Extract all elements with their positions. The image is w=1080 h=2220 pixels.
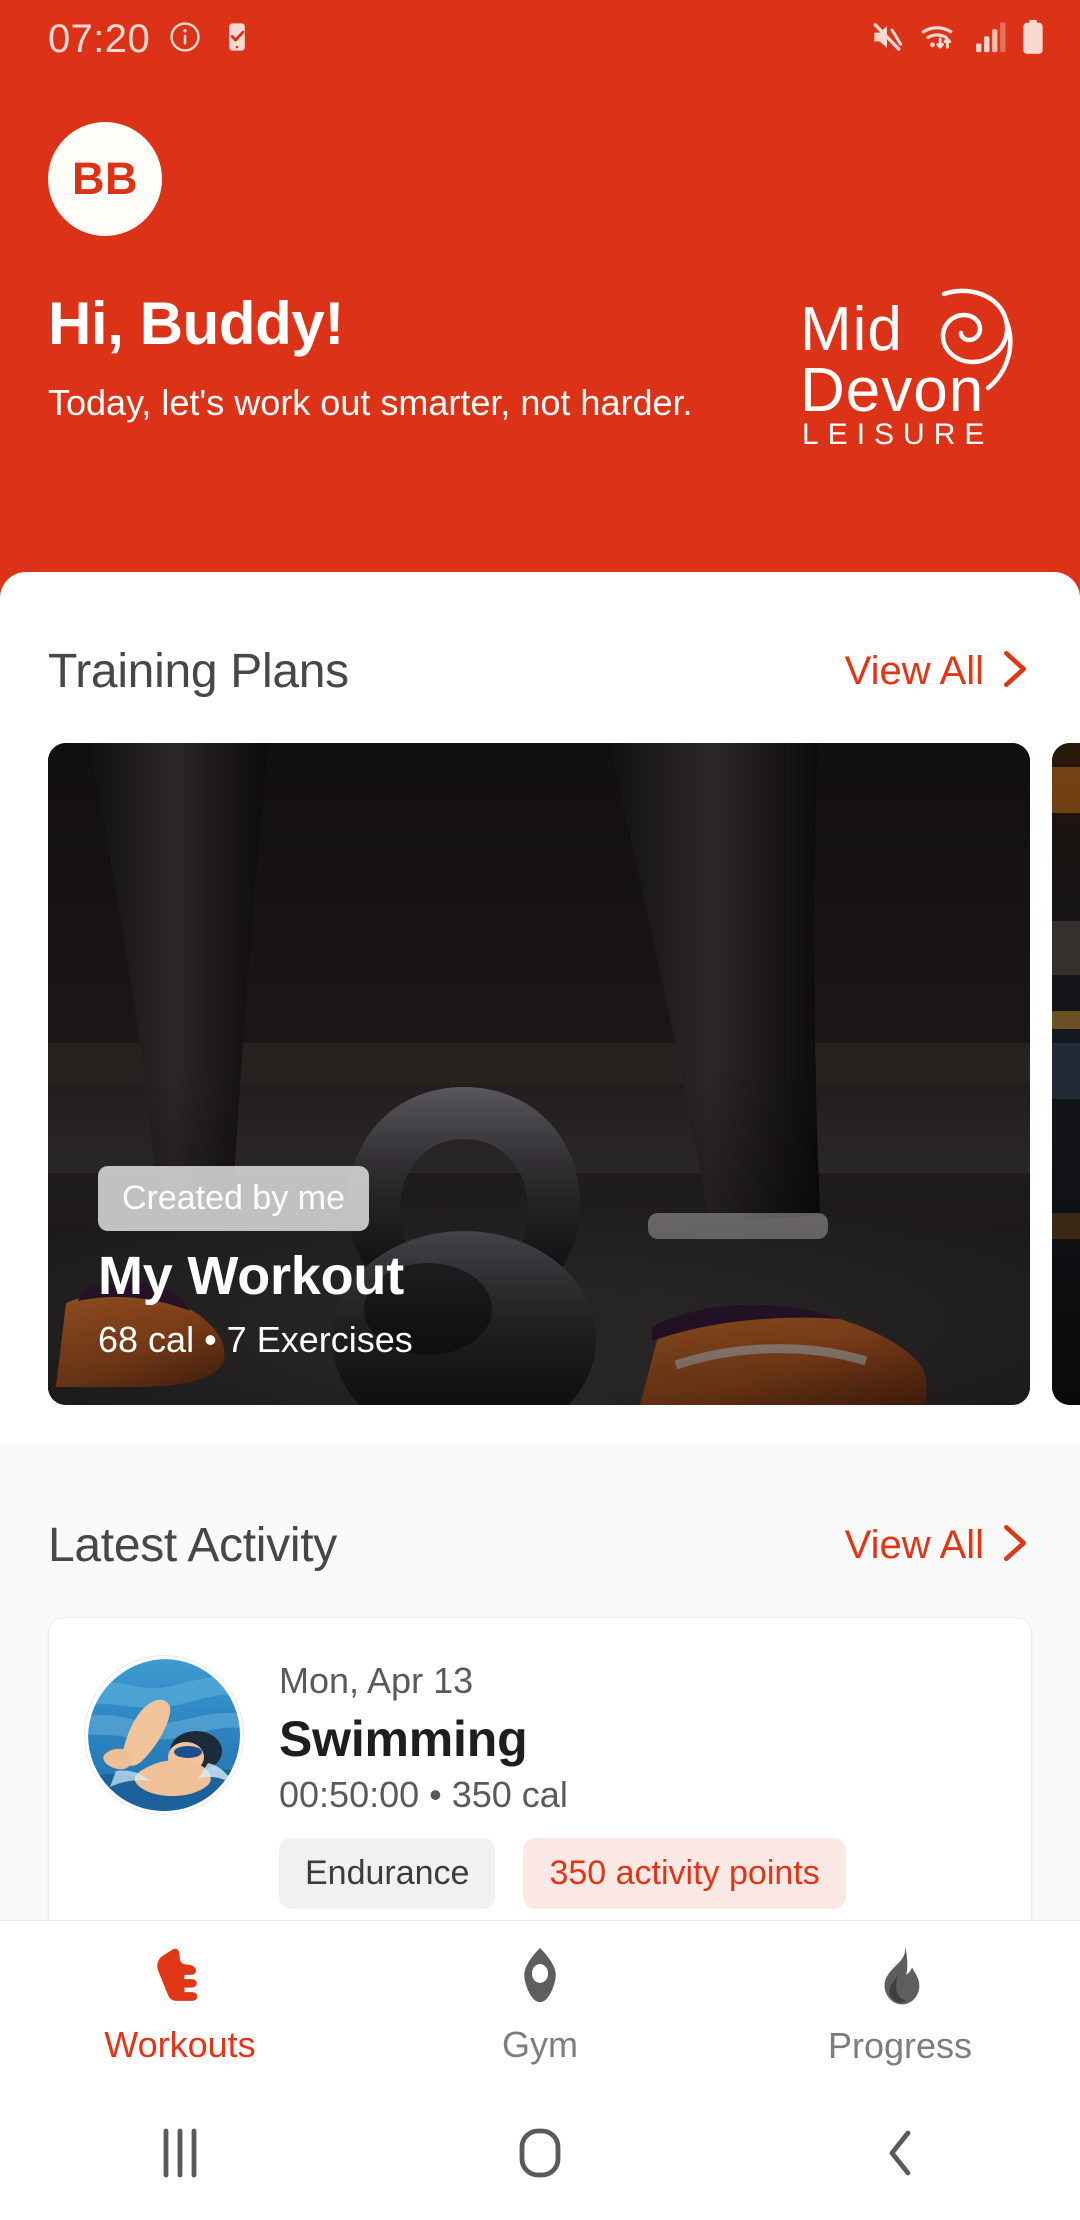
phone-check-icon <box>220 20 254 59</box>
training-plan-meta: 68 cal • 7 Exercises <box>98 1319 413 1360</box>
app-screen: 07:20 BB Hi, Buddy! Today, let's work ou… <box>0 0 1080 2220</box>
status-bar: 07:20 <box>0 0 1080 78</box>
signal-icon <box>974 20 1006 59</box>
greeting-title: Hi, Buddy! <box>48 290 344 357</box>
training-plans-carousel[interactable]: Created by me My Workout 68 cal • 7 Exer… <box>0 743 1080 1405</box>
chevron-right-icon <box>998 648 1032 695</box>
training-plan-card[interactable]: Created by me My Workout 68 cal • 7 Exer… <box>48 743 1030 1405</box>
svg-text:LEISURE: LEISURE <box>802 418 993 451</box>
app-header: 07:20 BB Hi, Buddy! Today, let's work ou… <box>0 0 1080 600</box>
activity-title: Swimming <box>279 1711 528 1767</box>
home-icon <box>516 2127 564 2184</box>
bottom-navigation: Workouts Gym Progress <box>0 1920 1080 2090</box>
latest-activity-view-all[interactable]: View All <box>845 1522 1032 1569</box>
view-all-label: View All <box>844 1523 984 1567</box>
running-shoe-icon <box>147 1945 213 2010</box>
recents-button[interactable] <box>0 2127 360 2184</box>
nav-item-gym[interactable]: Gym <box>360 1945 720 2066</box>
created-by-me-badge: Created by me <box>98 1166 369 1231</box>
greeting-subtitle: Today, let's work out smarter, not harde… <box>48 382 693 424</box>
avatar[interactable]: BB <box>48 122 162 236</box>
mute-icon <box>868 18 906 61</box>
training-plans-header: Training Plans View All <box>0 644 1080 699</box>
latest-activity-header: Latest Activity View All <box>0 1518 1080 1573</box>
activity-chips: Endurance 350 activity points <box>279 1838 991 1909</box>
latest-activity-title: Latest Activity <box>48 1519 337 1572</box>
recents-icon <box>160 2127 200 2184</box>
battery-icon <box>1020 19 1046 60</box>
nav-label-workouts: Workouts <box>104 2024 256 2065</box>
activity-points-chip: 350 activity points <box>523 1838 846 1909</box>
avatar-initials: BB <box>72 153 138 204</box>
system-navigation-bar <box>0 2090 1080 2220</box>
wifi-icon <box>920 18 960 61</box>
training-plan-card-next[interactable] <box>1052 743 1080 1405</box>
brand-logo: Mid Devon LEISURE <box>796 278 1046 458</box>
latest-activity-section: Latest Activity View All Mon, Apr 13 Swi… <box>0 1444 1080 1920</box>
activity-date: Mon, Apr 13 <box>279 1660 474 1701</box>
activity-card[interactable]: Mon, Apr 13 Swimming 00:50:00 • 350 cal … <box>48 1617 1032 1920</box>
status-bar-left: 07:20 <box>48 17 254 62</box>
nav-label-gym: Gym <box>502 2024 578 2065</box>
training-plans-title: Training Plans <box>48 645 349 698</box>
nav-item-workouts[interactable]: Workouts <box>0 1945 360 2066</box>
svg-text:Devon: Devon <box>800 356 984 425</box>
swimmer-photo <box>85 1656 243 1814</box>
flame-icon <box>871 1944 929 2011</box>
chevron-right-icon <box>998 1522 1032 1569</box>
view-all-label: View All <box>844 649 984 693</box>
status-bar-clock: 07:20 <box>48 16 151 61</box>
training-plan-card-body: Created by me My Workout 68 cal • 7 Exer… <box>98 1166 990 1361</box>
activity-type-chip: Endurance <box>279 1838 496 1909</box>
training-plan-name: My Workout <box>98 1246 404 1306</box>
greeting-block: Hi, Buddy! Today, let's work out smarter… <box>48 290 728 425</box>
info-circle-icon <box>168 20 202 59</box>
status-bar-right <box>868 18 1046 61</box>
training-plans-view-all[interactable]: View All <box>845 648 1032 695</box>
back-button[interactable] <box>720 2127 1080 2184</box>
gym-interior-photo <box>1052 743 1080 1405</box>
location-pin-icon <box>510 1945 570 2010</box>
activity-stats: 00:50:00 • 350 cal <box>279 1774 568 1815</box>
home-button[interactable] <box>360 2127 720 2184</box>
back-icon <box>880 2127 920 2184</box>
nav-label-progress: Progress <box>827 2025 973 2066</box>
activity-info: Mon, Apr 13 Swimming 00:50:00 • 350 cal … <box>279 1656 991 1909</box>
svg-text:Mid: Mid <box>800 295 903 364</box>
nav-item-progress[interactable]: Progress <box>720 1944 1080 2067</box>
